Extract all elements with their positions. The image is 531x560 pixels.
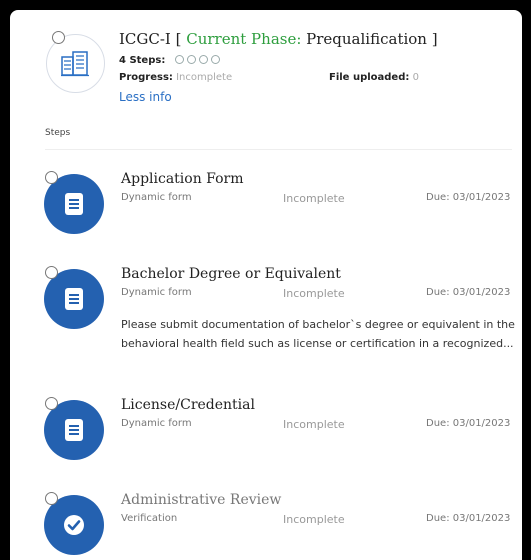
steps-count: 4 Steps: [119,55,220,66]
step-type: Dynamic form [121,287,192,298]
step-title[interactable]: Application Form [121,171,244,187]
building-icon [61,51,89,77]
step-dot [174,55,184,64]
step-type: Dynamic form [121,192,192,203]
step-radio[interactable] [45,492,58,505]
step-status: Incomplete [283,418,345,431]
program-radio[interactable] [52,31,65,44]
step-type: Dynamic form [121,418,192,429]
step-description: Please submit documentation of bachelor`… [121,318,515,350]
step-title[interactable]: License/Credential [121,397,255,413]
document-icon [65,419,83,441]
step-due-date: Due: 03/01/2023 [426,418,511,429]
application-panel: ICGC-I [ Current Phase: Prequalification… [10,10,522,560]
current-phase-value: Prequalification ] [301,30,438,48]
file-uploaded-label: File uploaded: [329,72,410,83]
less-info-link[interactable]: Less info [119,90,172,104]
program-header: ICGC-I [ Current Phase: Prequalification… [10,10,522,135]
document-icon [65,193,83,215]
step-dot [186,55,196,64]
current-phase-label: Current Phase: [186,30,302,48]
step-radio[interactable] [45,171,58,184]
file-uploaded-status: File uploaded: 0 [329,72,419,83]
step-radio[interactable] [45,397,58,410]
step-status: Incomplete [283,513,345,526]
step-dot [210,55,220,64]
step-title[interactable]: Administrative Review [121,492,281,508]
title-main: ICGC-I [ [119,30,187,48]
step-due-date: Due: 03/01/2023 [426,287,511,298]
step-type: Verification [121,513,178,524]
step-due-date: Due: 03/01/2023 [426,513,511,524]
step-progress-dots [172,55,220,66]
step-dot [198,55,208,64]
steps-count-label: 4 Steps: [119,55,166,66]
progress-label: Progress: [119,72,173,83]
step-radio[interactable] [45,266,58,279]
program-title: ICGC-I [ Current Phase: Prequalification… [119,30,438,48]
check-icon [64,515,84,535]
document-icon [65,288,83,310]
step-status: Incomplete [283,192,345,205]
step-title[interactable]: Bachelor Degree or Equivalent [121,266,341,282]
file-uploaded-count: 0 [412,72,419,83]
step-due-date: Due: 03/01/2023 [426,192,511,203]
progress-status: Progress: Incomplete [119,72,232,83]
divider [45,149,512,150]
progress-value: Incomplete [176,72,233,83]
steps-section-label: Steps [45,128,71,138]
step-status: Incomplete [283,287,345,300]
